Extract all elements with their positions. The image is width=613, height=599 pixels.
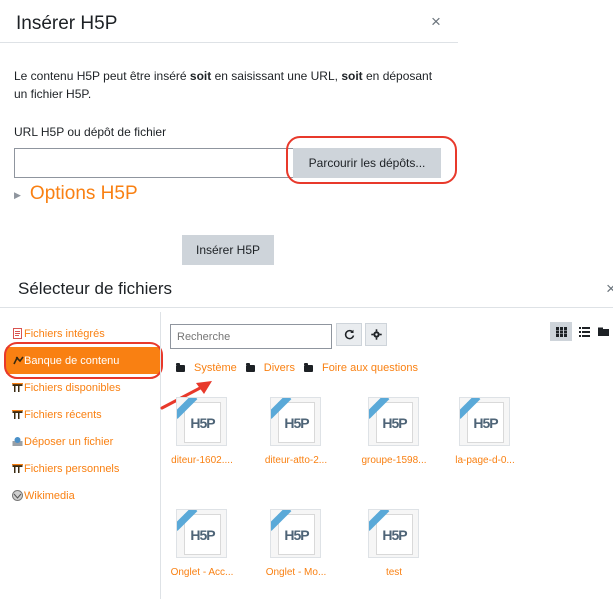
file-item[interactable]: H5P diteur-1602.... <box>160 397 244 466</box>
annotation-circle-browse <box>286 136 457 184</box>
tree-view-button[interactable] <box>594 322 613 341</box>
refresh-button[interactable] <box>336 323 362 346</box>
file-item[interactable]: H5P la-page-d-0... <box>443 397 527 466</box>
breadcrumb-item[interactable]: Système <box>176 362 237 374</box>
icon-view-button[interactable] <box>550 322 572 341</box>
insert-h5p-button[interactable]: Insérer H5P <box>182 235 274 265</box>
file-item[interactable]: H5P test <box>352 509 436 578</box>
breadcrumb: Système Divers Foire aux questions <box>176 362 427 374</box>
list-view-icon <box>578 326 590 337</box>
caret-right-icon: ▶ <box>14 189 21 200</box>
h5p-file-icon: H5P <box>176 397 227 446</box>
settings-button[interactable] <box>365 323 387 346</box>
gear-icon <box>370 329 382 340</box>
repo-label: Fichiers personnels <box>24 462 120 475</box>
repo-label: Fichiers disponibles <box>24 381 121 394</box>
url-field-label: URL H5P ou dépôt de fichier <box>14 125 167 139</box>
file-search-input[interactable] <box>170 324 332 349</box>
repo-recent-files[interactable]: Fichiers récents <box>0 401 160 428</box>
file-item[interactable]: H5P groupe-1598... <box>352 397 436 466</box>
file-picker-header-divider <box>0 307 613 308</box>
refresh-icon <box>344 329 354 340</box>
h5p-file-icon: H5P <box>176 509 227 558</box>
dialog-header-divider <box>0 42 458 43</box>
repo-wikimedia[interactable]: Wikimedia <box>0 482 160 509</box>
repo-label: Déposer un fichier <box>24 435 114 448</box>
tree-view-icon <box>598 327 609 336</box>
folder-icon <box>303 362 313 372</box>
file-item[interactable]: H5P Onglet - Mo... <box>254 509 338 578</box>
repo-private-files[interactable]: Fichiers personnels <box>0 455 160 482</box>
file-name: Onglet - Acc... <box>170 567 234 578</box>
h5p-options-toggle[interactable]: ▶ Options H5P <box>14 181 138 207</box>
file-name: Onglet - Mo... <box>265 567 327 578</box>
breadcrumb-item[interactable]: Divers <box>245 362 295 374</box>
recent-files-icon <box>12 410 23 419</box>
annotation-circle-content-bank <box>4 342 163 379</box>
private-files-icon <box>12 464 23 473</box>
h5p-file-icon: H5P <box>368 509 419 558</box>
h5p-file-icon: H5P <box>270 509 321 558</box>
files-icon <box>12 383 23 392</box>
file-name: groupe-1598... <box>361 455 427 466</box>
repo-label: Fichiers récents <box>24 408 102 421</box>
file-name: test <box>385 567 403 578</box>
wikimedia-icon <box>12 490 23 501</box>
close-icon[interactable]: × <box>431 12 441 32</box>
repo-upload-file[interactable]: Déposer un fichier <box>0 428 160 455</box>
close-icon[interactable]: × <box>606 279 613 299</box>
document-icon <box>13 328 22 339</box>
file-item[interactable]: H5P diteur-atto-2... <box>254 397 338 466</box>
grid-view-icon <box>555 326 567 337</box>
insert-h5p-dialog: Insérer H5P × Le contenu H5P peut être i… <box>0 0 458 272</box>
file-picker-title: Sélecteur de fichiers <box>18 279 173 298</box>
file-name: diteur-1602.... <box>171 455 233 466</box>
breadcrumb-item[interactable]: Foire aux questions <box>303 362 418 374</box>
file-name: la-page-d-0... <box>455 455 515 466</box>
h5p-file-icon: H5P <box>368 397 419 446</box>
h5p-file-icon: H5P <box>459 397 510 446</box>
dialog-intro-text: Le contenu H5P peut être inséré soit en … <box>14 69 433 101</box>
h5p-options-label: Options H5P <box>29 183 138 204</box>
repo-label: Fichiers intégrés <box>24 327 105 340</box>
list-view-button[interactable] <box>573 322 595 341</box>
folder-icon <box>176 362 185 372</box>
dialog-title: Insérer H5P <box>16 13 118 34</box>
repo-label: Wikimedia <box>24 489 75 502</box>
upload-icon <box>12 437 23 446</box>
file-name: diteur-atto-2... <box>264 455 328 466</box>
h5p-file-icon: H5P <box>270 397 321 446</box>
file-item[interactable]: H5P Onglet - Acc... <box>160 509 244 578</box>
folder-icon <box>245 362 255 372</box>
h5p-url-input[interactable] <box>14 148 293 178</box>
